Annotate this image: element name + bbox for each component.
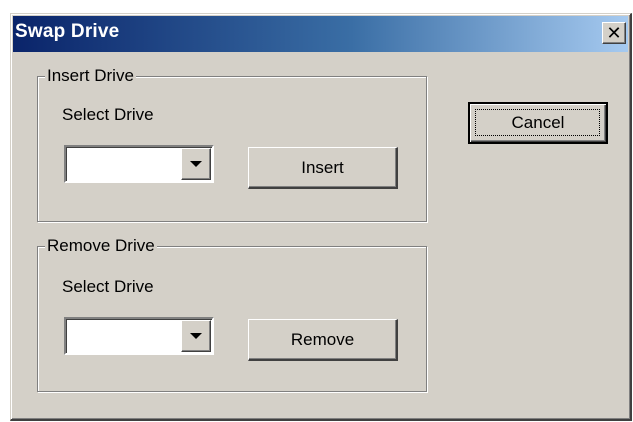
close-icon: ✕ [606,23,622,43]
remove-drive-legend: Remove Drive [45,236,157,256]
insert-drive-legend: Insert Drive [45,66,136,86]
dialog-title: Swap Drive [15,21,120,42]
insert-drive-group: Insert Drive Select Drive Insert [37,66,427,222]
remove-button-label: Remove [290,329,355,349]
insert-button[interactable]: Insert [248,147,398,189]
remove-select-drive-label: Select Drive [62,277,154,296]
title-bar[interactable]: Swap Drive ✕ [13,16,628,52]
swap-drive-dialog: Swap Drive ✕ Insert Drive Select Drive I… [10,13,632,421]
remove-button[interactable]: Remove [248,319,398,361]
remove-drive-dropdown-button[interactable] [181,320,211,352]
close-button[interactable]: ✕ [602,22,626,44]
remove-drive-select[interactable] [64,317,214,355]
cancel-button-label: Cancel [511,113,565,132]
insert-drive-select[interactable] [64,145,214,183]
chevron-down-icon [190,333,202,339]
cancel-button[interactable]: Cancel [468,102,608,144]
insert-select-drive-label: Select Drive [62,105,154,124]
insert-button-label: Insert [301,157,344,177]
remove-drive-group: Remove Drive Select Drive Remove [37,236,427,392]
chevron-down-icon [190,161,202,167]
insert-drive-dropdown-button[interactable] [181,148,211,180]
